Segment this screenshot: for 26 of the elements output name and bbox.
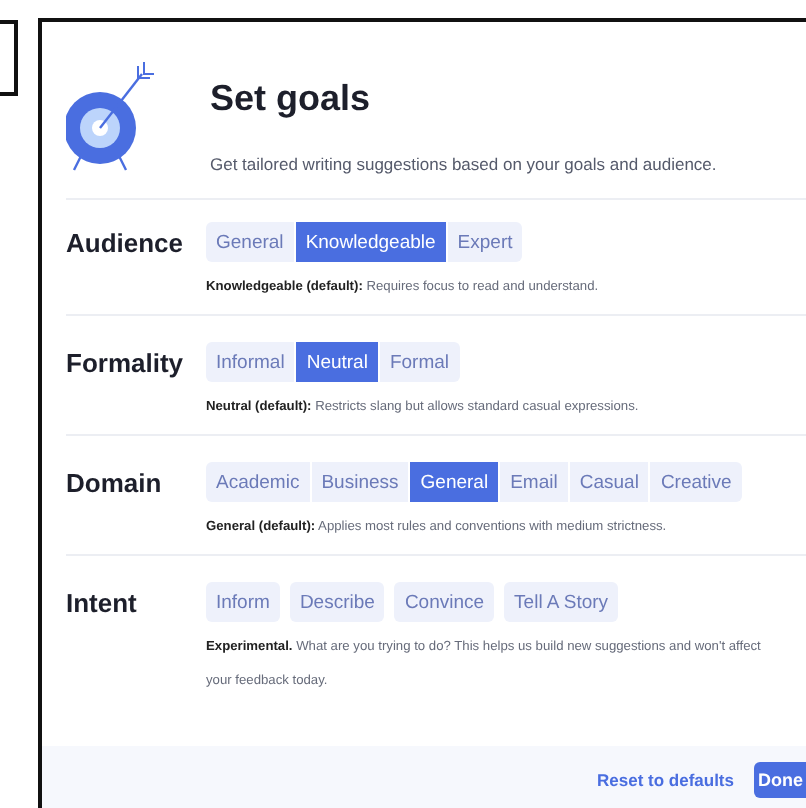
option-button[interactable]: Knowledgeable xyxy=(295,222,446,262)
option-button[interactable]: Describe xyxy=(289,582,385,622)
section-label: Domain xyxy=(66,468,164,502)
option-button[interactable]: Formal xyxy=(379,342,460,382)
option-button[interactable]: Email xyxy=(500,462,568,502)
option-button[interactable]: Neutral xyxy=(296,342,378,382)
option-button[interactable]: Convince xyxy=(394,582,495,622)
option-button[interactable]: Informal xyxy=(206,342,295,382)
option-button[interactable]: Casual xyxy=(569,462,649,502)
option-button[interactable]: Tell A Story xyxy=(504,582,619,622)
option-button[interactable]: General xyxy=(206,222,294,262)
dialog-title: Set goals xyxy=(210,78,373,120)
panel-edge xyxy=(0,20,18,96)
dialog-subtitle: Get tailored writing suggestions based on your goals and audience. xyxy=(210,154,717,174)
section-label: Formality xyxy=(66,348,186,382)
option-button[interactable]: Creative xyxy=(650,462,742,502)
option-button[interactable]: General xyxy=(410,462,499,502)
target-icon xyxy=(66,58,154,174)
option-button[interactable]: Academic xyxy=(206,462,310,502)
section-label: Audience xyxy=(66,228,186,262)
option-button[interactable]: Inform xyxy=(206,582,280,622)
section-label: Intent xyxy=(66,588,139,622)
option-button[interactable]: Expert xyxy=(447,222,523,262)
option-button[interactable]: Business xyxy=(311,462,409,502)
reset-link[interactable]: Reset to defaults xyxy=(597,762,734,798)
done-button[interactable]: Done xyxy=(754,762,806,798)
